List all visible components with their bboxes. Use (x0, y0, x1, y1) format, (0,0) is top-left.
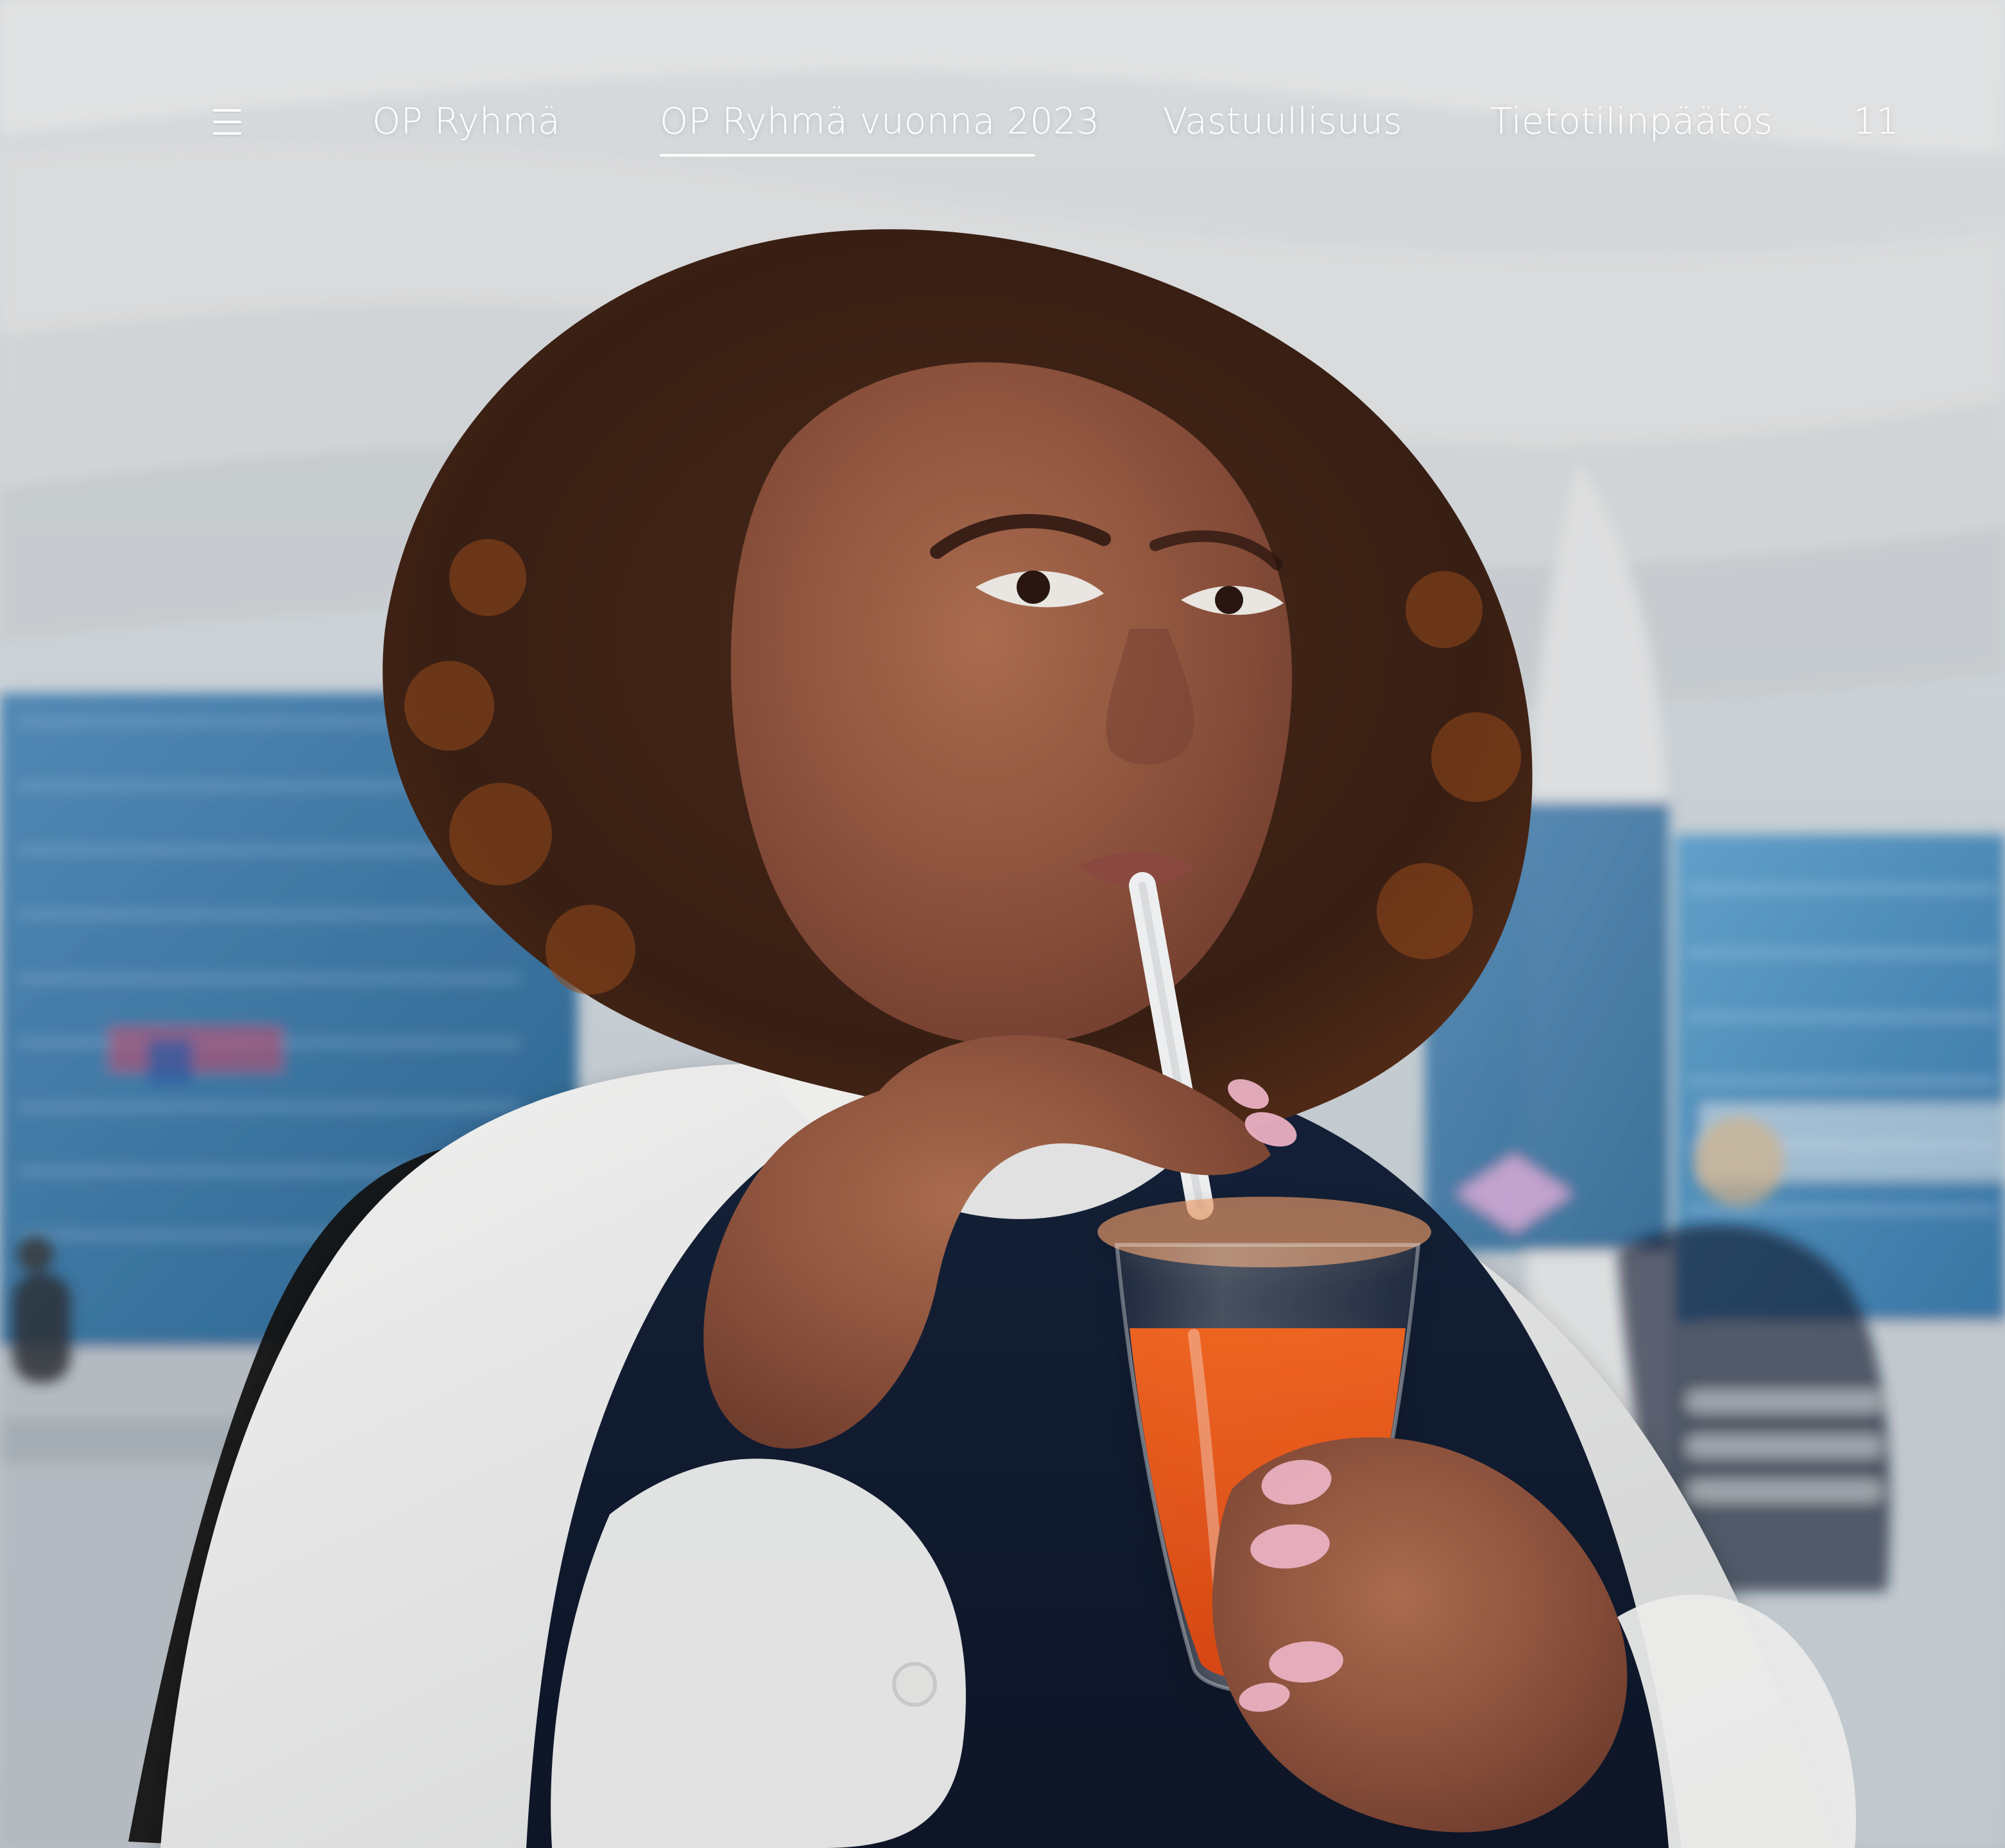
hamburger-menu-icon (213, 121, 241, 123)
hamburger-menu-icon (213, 132, 241, 135)
page-number: 11 (1853, 101, 1900, 142)
nav-item-vastuullisuus[interactable]: Vastuullisuus (1163, 96, 1402, 148)
nav-item-tietotilinpaatos[interactable]: Tietotilinpäätös (1490, 96, 1773, 148)
report-page: OP Ryhmä OP Ryhmä vuonna 2023 Vastuullis… (0, 0, 2005, 1848)
active-nav-underline (660, 154, 1035, 157)
nav-item-op-ryhma[interactable]: OP Ryhmä (372, 96, 560, 148)
hero-photo (0, 0, 2005, 1848)
hamburger-menu-icon (213, 109, 241, 112)
top-navigation: OP Ryhmä OP Ryhmä vuonna 2023 Vastuullis… (0, 0, 2005, 193)
hamburger-menu-button[interactable] (213, 103, 246, 141)
nav-item-op-ryhma-vuonna-2023[interactable]: OP Ryhmä vuonna 2023 (660, 96, 1099, 148)
